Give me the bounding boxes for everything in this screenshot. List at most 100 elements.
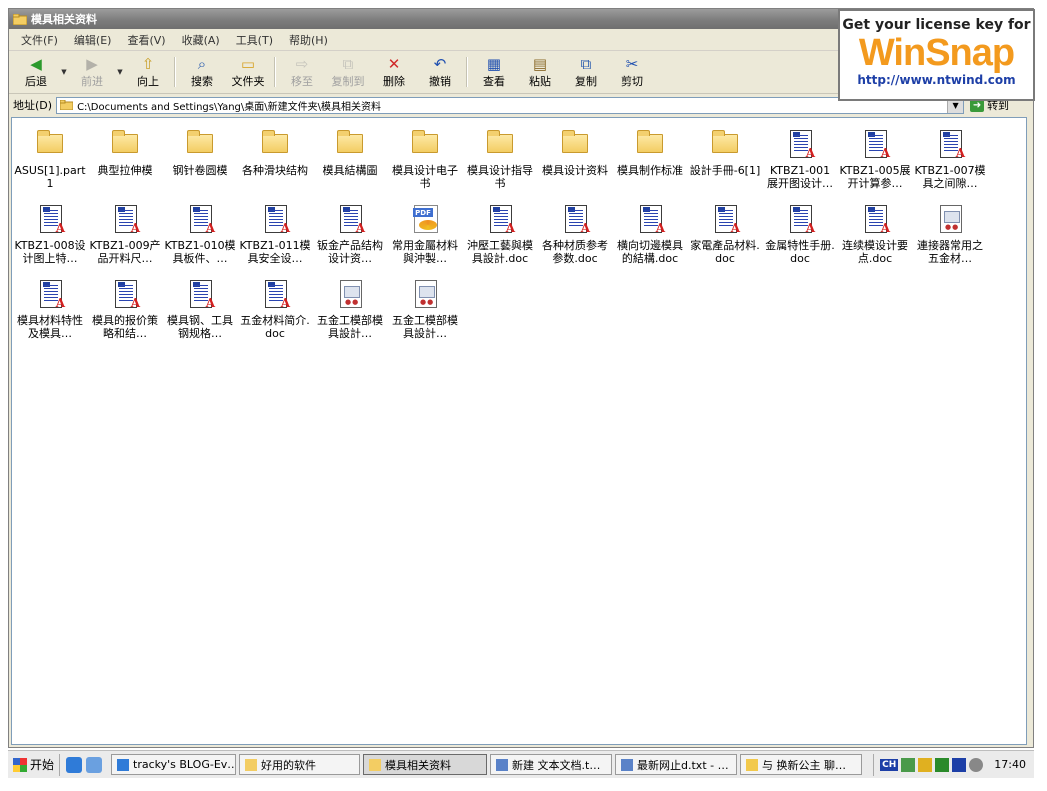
folder-item[interactable]: 設計手冊-6[1] (689, 128, 761, 177)
file-name: 钢针卷圆模 (172, 164, 228, 177)
file-item[interactable]: ●● 五金工模部模具設計… (389, 278, 461, 340)
move-to-button[interactable]: ⇨ 移至 (279, 51, 325, 93)
file-item[interactable]: A KTBZ1-007模具之间隙… (914, 128, 986, 190)
taskbar-button[interactable]: 与 换新公主 聊… (740, 754, 863, 775)
file-name: 模具材料特性及模具… (17, 314, 83, 340)
file-item[interactable]: A KTBZ1-005展开计算参… (839, 128, 911, 190)
file-item[interactable]: A 金属特性手册.doc (764, 203, 836, 265)
banner-url[interactable]: http://www.ntwind.com (840, 73, 1033, 87)
folder-item[interactable]: 钢针卷圆模 (164, 128, 236, 177)
file-item[interactable]: A 横向切邊模具的結構.doc (614, 203, 686, 265)
file-item[interactable]: A KTBZ1-008设计图上特… (14, 203, 86, 265)
file-name: 五金材料简介.doc (240, 314, 310, 340)
menu-file[interactable]: 文件(F) (13, 32, 66, 48)
start-button[interactable]: 开始 (8, 754, 59, 776)
address-input[interactable]: C:\Documents and Settings\Yang\桌面\新建文件夹\… (56, 96, 965, 114)
ie-icon[interactable] (66, 756, 83, 773)
banner-brand: WinSnap (858, 32, 1015, 74)
file-name: 模具设计资料 (542, 164, 608, 177)
tray-app-icon[interactable] (935, 757, 950, 772)
up-button[interactable]: ⇧ 向上 (125, 51, 171, 93)
menu-view[interactable]: 查看(V) (119, 32, 173, 48)
taskbar-button[interactable]: 新建 文本文档.t… (490, 754, 613, 775)
back-button[interactable]: ◀ 后退 (13, 51, 59, 93)
folder-icon (369, 758, 382, 771)
folder-item[interactable]: 模具设计指导书 (464, 128, 536, 190)
word-doc-icon: A (859, 203, 891, 235)
views-button[interactable]: ▦ 查看 (471, 51, 517, 93)
folder-icon (484, 128, 516, 160)
folder-icon (109, 128, 141, 160)
file-item[interactable]: A 连续模设计要点.doc (839, 203, 911, 265)
folder-item[interactable]: 模具結構圖 (314, 128, 386, 177)
folder-item[interactable]: ASUS[1].part1 (14, 128, 86, 190)
file-name: 金属特性手册.doc (765, 239, 835, 265)
file-item[interactable]: ●● 五金工模部模具設計… (314, 278, 386, 340)
address-label: 地址(D) (13, 99, 53, 112)
file-item[interactable]: A KTBZ1-010模具板件、… (164, 203, 236, 265)
folder-item[interactable]: 模具设计资料 (539, 128, 611, 177)
forward-dropdown[interactable]: ▼ (115, 51, 125, 93)
folder-icon (34, 128, 66, 160)
taskbar-button[interactable]: 最新网止d.txt - … (615, 754, 738, 775)
file-name: 各种滑块结构 (242, 164, 308, 177)
folder-item[interactable]: 典型拉伸模 (89, 128, 161, 177)
undo-button[interactable]: ↶ 撤销 (417, 51, 463, 93)
address-path: C:\Documents and Settings\Yang\桌面\新建文件夹\… (77, 101, 382, 113)
file-item[interactable]: A 模具钢、工具钢规格… (164, 278, 236, 340)
cut-button[interactable]: ✂ 剪切 (609, 51, 655, 93)
document-file-icon: ●● (934, 203, 966, 235)
copy-button[interactable]: ⧉ 复制 (563, 51, 609, 93)
file-name: 五金工模部模具設計… (392, 314, 458, 340)
back-arrow-icon: ◀ (30, 54, 42, 73)
file-item[interactable]: A 模具的报价策略和结… (89, 278, 161, 340)
taskbar-button[interactable]: 好用的软件 (239, 754, 361, 775)
copy-to-button[interactable]: ⧉ 复制到 (325, 51, 371, 93)
folders-button[interactable]: ▭ 文件夹 (225, 51, 271, 93)
language-indicator[interactable]: CH (880, 758, 899, 771)
menu-favorites[interactable]: 收藏(A) (174, 32, 228, 48)
folder-item[interactable]: 模具制作标准 (614, 128, 686, 177)
file-item[interactable]: PDF 常用金屬材料與沖製… (389, 203, 461, 265)
file-item[interactable]: A KTBZ1-001 展开图设计… (764, 128, 836, 190)
windows-flag-icon (13, 757, 27, 772)
file-item[interactable]: ●● 連接器常用之五金材… (914, 203, 986, 265)
paste-button[interactable]: ▤ 粘贴 (517, 51, 563, 93)
tray-app-icon[interactable] (952, 757, 967, 772)
file-name: 設計手冊-6[1] (689, 164, 761, 177)
menu-help[interactable]: 帮助(H) (281, 32, 336, 48)
taskbar-button[interactable]: tracky's BLOG-Ev… (111, 754, 237, 775)
folder-item[interactable]: 各种滑块结构 (239, 128, 311, 177)
forward-button[interactable]: ▶ 前进 (69, 51, 115, 93)
file-item[interactable]: A KTBZ1-011模具安全设… (239, 203, 311, 265)
search-button[interactable]: ⌕ 搜索 (179, 51, 225, 93)
back-dropdown[interactable]: ▼ (59, 51, 69, 93)
menu-edit[interactable]: 编辑(E) (66, 32, 120, 48)
menu-tools[interactable]: 工具(T) (228, 32, 281, 48)
folder-icon (60, 100, 74, 110)
file-item[interactable]: A 五金材料简介.doc (239, 278, 311, 340)
show-desktop-icon[interactable] (86, 756, 103, 773)
taskbar-button[interactable]: 模具相关资料 (363, 754, 488, 775)
file-item[interactable]: A 沖壓工藝與模具設計.doc (464, 203, 536, 265)
file-name: 钣金产品结构设计资… (317, 239, 383, 265)
file-name: 模具钢、工具钢规格… (167, 314, 233, 340)
file-item[interactable]: A 家電產品材料.doc (689, 203, 761, 265)
folder-icon (409, 128, 441, 160)
word-doc-icon: A (334, 203, 366, 235)
word-doc-icon: A (484, 203, 516, 235)
file-item[interactable]: A 钣金产品结构设计资… (314, 203, 386, 265)
delete-button[interactable]: ✕ 删除 (371, 51, 417, 93)
toolbar-separator (174, 57, 176, 87)
file-item[interactable]: A 模具材料特性及模具… (14, 278, 86, 340)
file-name: 連接器常用之五金材… (917, 239, 983, 265)
file-name: 模具设计指导书 (467, 164, 533, 190)
lock-icon[interactable] (918, 757, 933, 772)
file-item[interactable]: A 各种材质参考参数.doc (539, 203, 611, 265)
folder-item[interactable]: 模具设计电子书 (389, 128, 461, 190)
tray-app-icon[interactable] (901, 757, 916, 772)
file-item[interactable]: A KTBZ1-009产品开料尺… (89, 203, 161, 265)
speaker-icon[interactable] (969, 757, 984, 772)
file-list-view[interactable]: ASUS[1].part1 典型拉伸模 钢针卷圆模 各种滑块结构 模具結構圖 模具设计电子… (11, 117, 1027, 745)
folder-icon (13, 13, 27, 25)
